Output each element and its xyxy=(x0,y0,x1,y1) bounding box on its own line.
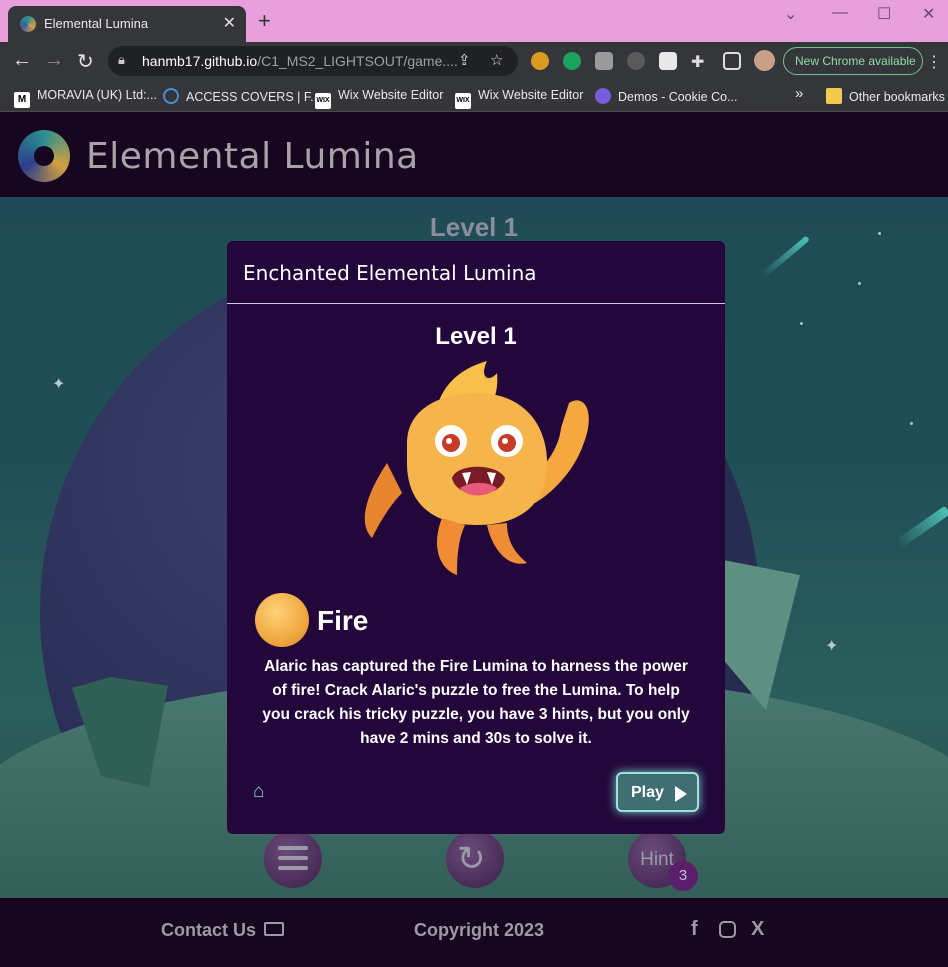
copyright-text: Copyright 2023 xyxy=(414,920,545,940)
new-tab-button[interactable]: + xyxy=(258,8,271,34)
comet xyxy=(895,505,948,549)
cookie-demos-icon xyxy=(595,88,611,104)
modal-header: Enchanted Elemental Lumina xyxy=(227,241,725,304)
chrome-menu-icon[interactable]: ⋮ xyxy=(926,52,942,72)
play-arrow-icon xyxy=(675,786,687,802)
extension-calendar-icon[interactable] xyxy=(659,52,677,70)
browser-tab[interactable]: Elemental Lumina ✕ xyxy=(8,6,246,42)
bookmark-item[interactable]: WIX Wix Website Editor xyxy=(315,88,443,109)
tab-search-icon[interactable]: ⌄ xyxy=(784,4,797,24)
menu-button[interactable] xyxy=(264,830,322,888)
fire-element-orb-icon xyxy=(255,593,309,647)
reset-button[interactable]: ↻ xyxy=(446,830,504,888)
contact-us-link[interactable]: Contact Us xyxy=(161,920,256,941)
window-close-icon[interactable]: ✕ xyxy=(922,4,935,24)
instagram-icon[interactable] xyxy=(719,921,736,938)
play-label: Play xyxy=(631,784,664,801)
grammarly-icon[interactable] xyxy=(563,52,581,70)
home-icon[interactable]: ⌂ xyxy=(253,781,275,802)
star-dot xyxy=(910,422,913,425)
extension-chart-icon[interactable] xyxy=(627,52,645,70)
folder-icon xyxy=(826,88,842,104)
bookmark-item[interactable]: WIX Wix Website Editor xyxy=(455,88,583,109)
url-text[interactable]: hanmb17.github.io/C1_MS2_LIGHTSOUT/game.… xyxy=(142,53,458,69)
extension-gear-icon[interactable] xyxy=(531,52,549,70)
site-header: Elemental Lumina xyxy=(0,112,948,197)
extensions-puzzle-icon[interactable]: ✚ xyxy=(691,52,709,71)
level-heading: Level 1 xyxy=(429,212,519,242)
address-bar[interactable]: 🔒︎ hanmb17.github.io/C1_MS2_LIGHTSOUT/ga… xyxy=(108,46,518,76)
hamburger-icon xyxy=(278,846,308,850)
maximize-icon[interactable]: ☐ xyxy=(877,4,891,24)
star-dot xyxy=(800,322,803,325)
fire-lumina-monster-image xyxy=(364,361,589,575)
bookmark-item[interactable]: M MORAVIA (UK) Ltd:... xyxy=(14,88,157,108)
sparkle-star: ✦ xyxy=(52,376,66,393)
side-panel-icon[interactable] xyxy=(723,52,741,70)
access-covers-icon xyxy=(163,88,179,104)
envelope-icon[interactable] xyxy=(264,922,284,936)
sparkle-star: ✦ xyxy=(825,638,839,655)
tab-close-icon[interactable]: ✕ xyxy=(223,13,236,33)
lock-icon: 🔒︎ xyxy=(118,52,125,67)
bookmark-star-icon[interactable]: ☆ xyxy=(490,51,503,69)
level-intro-modal: Enchanted Elemental Lumina Level 1 Fire … xyxy=(227,241,725,834)
back-icon[interactable]: ← xyxy=(12,49,32,72)
bookmarks-bar: M MORAVIA (UK) Ltd:... ACCESS COVERS | F.… xyxy=(0,80,948,112)
modal-level-heading: Level 1 xyxy=(435,323,517,350)
forward-icon[interactable]: → xyxy=(44,49,64,72)
share-icon[interactable]: ⇪ xyxy=(458,51,471,69)
modal-title: Enchanted Elemental Lumina xyxy=(243,261,537,285)
play-button[interactable]: Play xyxy=(616,772,699,812)
browser-toolbar: ← → ↻ 🔒︎ hanmb17.github.io/C1_MS2_LIGHTS… xyxy=(0,42,948,80)
bookmark-item[interactable]: Demos - Cookie Co... xyxy=(595,88,737,104)
more-bookmarks-icon[interactable]: » xyxy=(795,85,803,102)
x-twitter-icon[interactable]: X xyxy=(751,918,764,941)
new-chrome-available-button[interactable]: New Chrome available xyxy=(783,47,923,75)
site-footer: Contact Us Copyright 2023 f X xyxy=(0,898,948,967)
hint-count-badge: 3 xyxy=(668,861,698,891)
modal-description: Alaric has captured the Fire Lumina to h… xyxy=(262,658,690,747)
element-name: Fire xyxy=(317,605,369,636)
site-favicon-icon xyxy=(20,16,36,32)
bookmark-item[interactable]: ACCESS COVERS | F... xyxy=(163,88,321,104)
browser-tab-strip: Elemental Lumina ✕ + ⌄ — ☐ ✕ xyxy=(0,0,948,42)
site-logo[interactable] xyxy=(18,130,70,182)
facebook-icon[interactable]: f xyxy=(691,918,698,941)
moravia-icon: M xyxy=(14,92,30,108)
profile-avatar[interactable] xyxy=(754,50,775,71)
reload-icon[interactable]: ↻ xyxy=(77,49,94,74)
page-viewport: ✦ ✦ Elemental Lumina Level 1 ↻ Hint 3 Co… xyxy=(0,112,948,967)
site-title: Elemental Lumina xyxy=(86,136,419,177)
star-dot xyxy=(858,282,861,285)
extension-icon[interactable] xyxy=(595,52,613,70)
tab-title: Elemental Lumina xyxy=(44,16,149,31)
minimize-icon[interactable]: — xyxy=(832,4,848,22)
wix-icon: WIX xyxy=(455,93,471,109)
other-bookmarks[interactable]: Other bookmarks xyxy=(826,88,945,104)
reset-icon: ↻ xyxy=(457,840,486,878)
wix-icon: WIX xyxy=(315,93,331,109)
